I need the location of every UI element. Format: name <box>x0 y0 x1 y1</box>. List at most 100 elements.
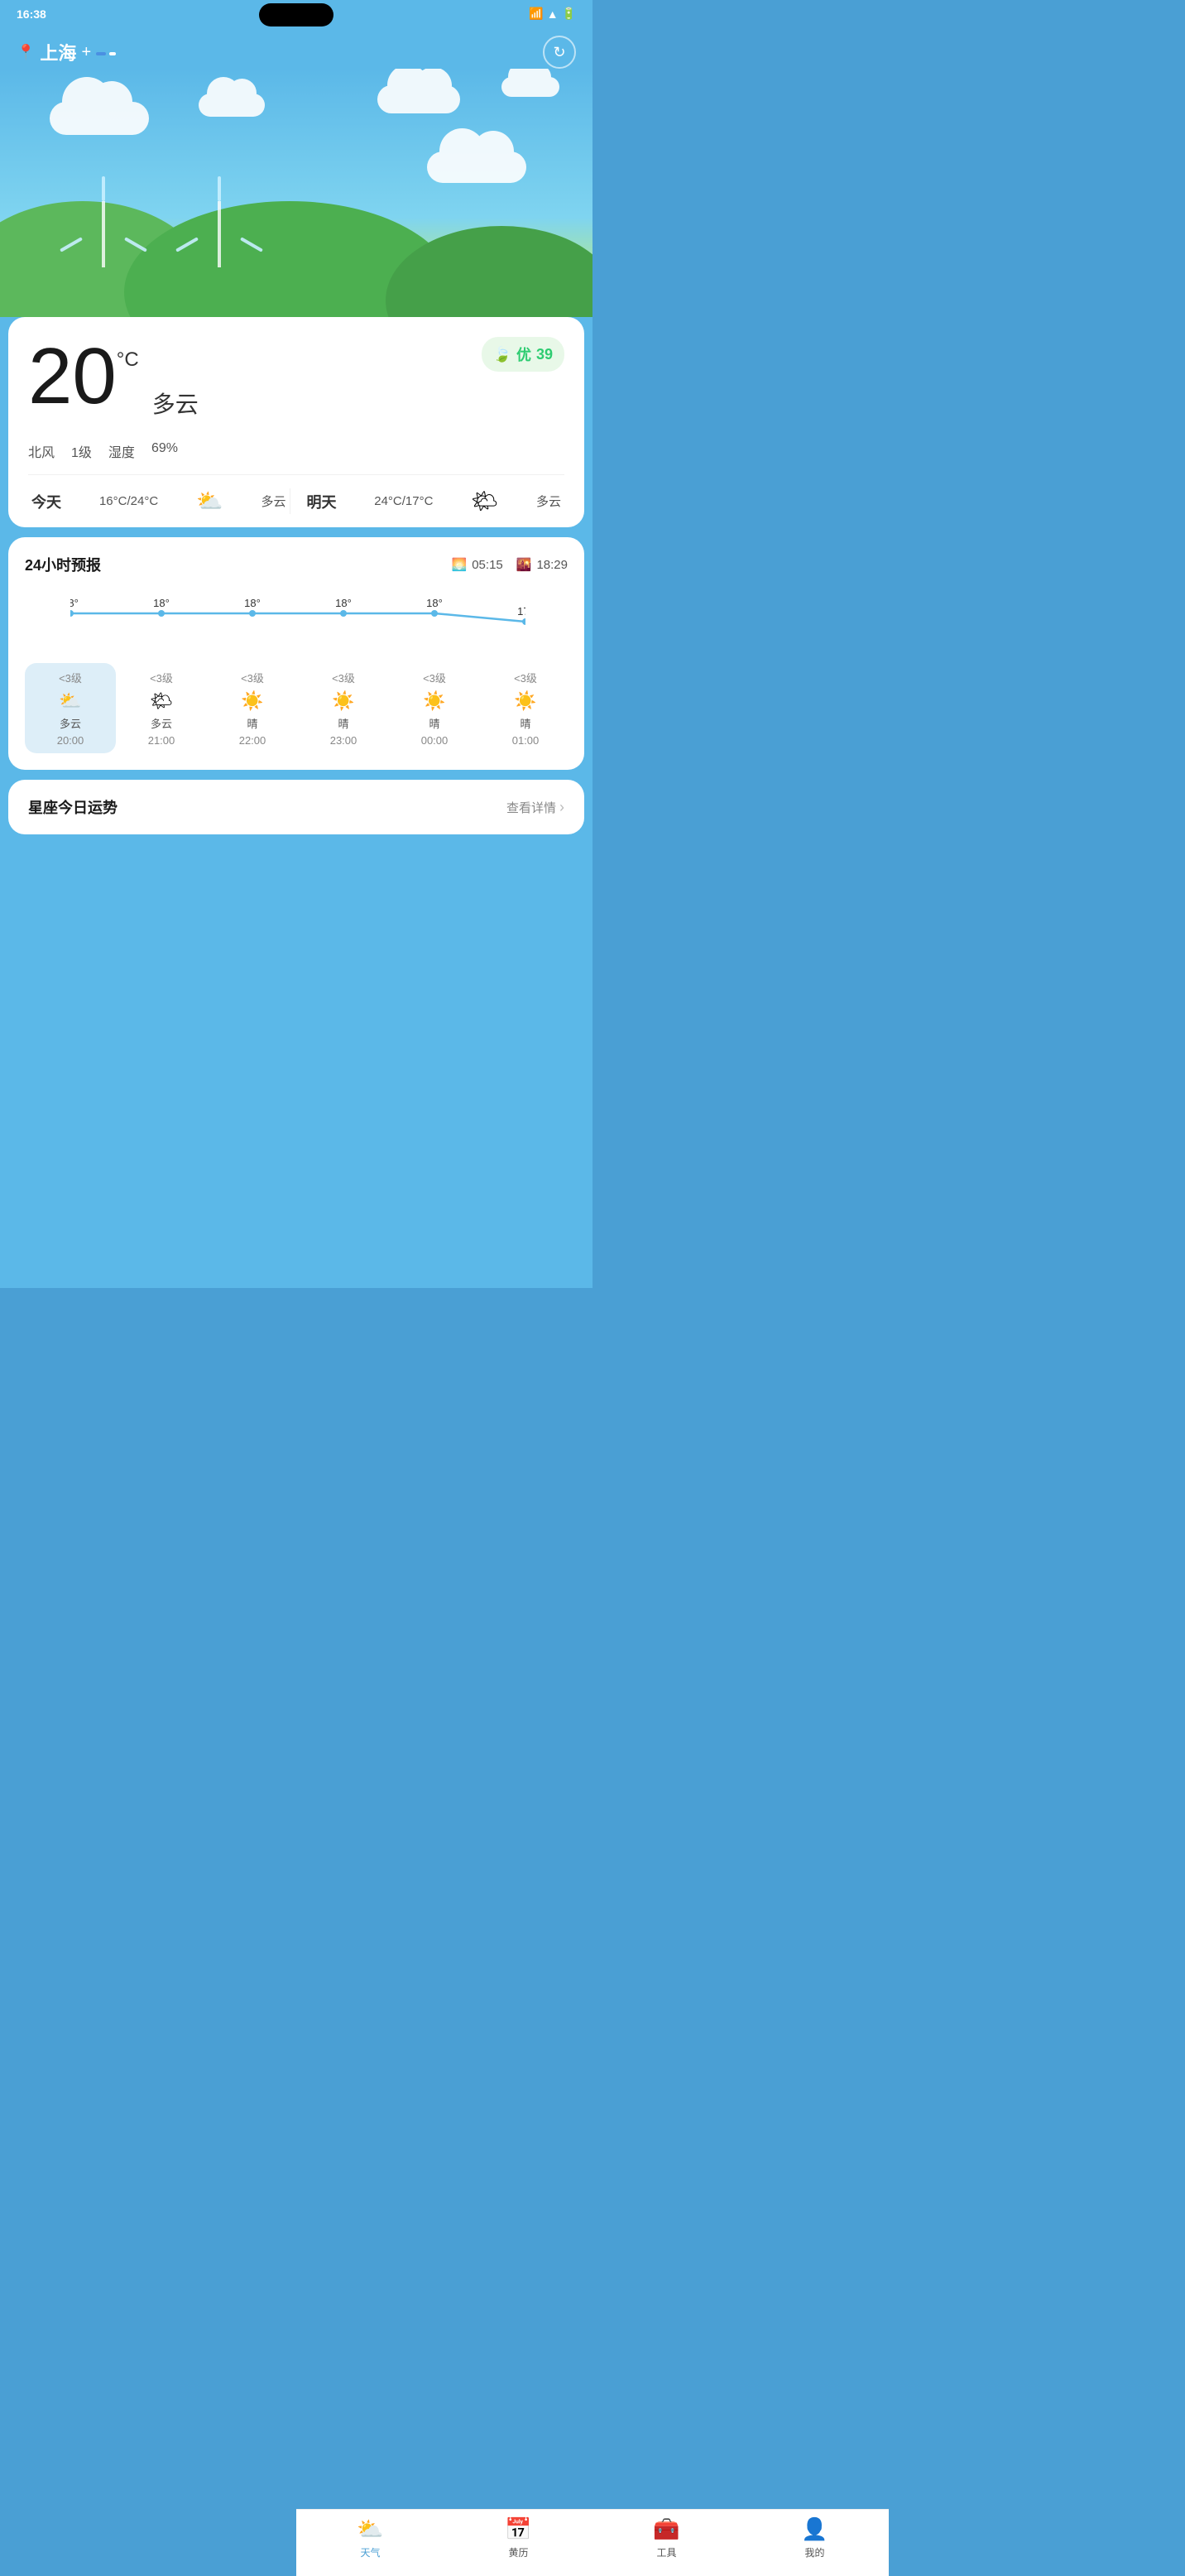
forecast-header: 24小时预报 🌅 05:15 🌇 18:29 <box>8 554 584 589</box>
cloud-1 <box>50 102 149 135</box>
forecast-section: 24小时预报 🌅 05:15 🌇 18:29 <box>8 537 584 770</box>
tomorrow-icon: 🌤 <box>471 488 498 514</box>
constellation-header[interactable]: 星座今日运势 查看详情 › <box>28 796 564 818</box>
wind-5: <3级 <box>514 670 537 685</box>
cond-0: 多云 <box>60 715 81 731</box>
hourly-inner: 18° 18° 18° 18° 18° 17° <3级 ⛅ <box>17 589 579 753</box>
temperature: 20 <box>28 337 117 416</box>
location-name[interactable]: 上海 <box>40 39 76 65</box>
today-forecast[interactable]: 今天 16°C/24°C ⛅ 多云 <box>28 488 290 514</box>
hour-item-0: <3级 ⛅ 多云 20:00 <box>25 663 116 753</box>
wifi-icon: ▲ <box>547 7 559 21</box>
temp-section: 20 °C 多云 <box>28 337 199 420</box>
nav-tools[interactable]: 🧰 工具 <box>592 2516 741 2559</box>
icon-3: ☀️ <box>332 690 354 712</box>
hour-item-4: <3级 ☀️ 晴 00:00 <box>389 663 480 753</box>
location-dots <box>96 52 116 55</box>
wind-0: <3级 <box>59 670 82 685</box>
today-label: 今天 <box>31 491 61 512</box>
cond-2: 晴 <box>247 715 257 731</box>
location-area[interactable]: 📍 上海 + <box>17 39 116 65</box>
weather-card: 20 °C 多云 🍃 优 39 北风 1级 湿度 69% 今天 16°C/24°… <box>8 317 584 527</box>
wind-direction: 北风 <box>28 441 55 461</box>
signal-icon: 📶 <box>529 7 543 21</box>
nav-profile-label: 我的 <box>804 2545 824 2559</box>
nav-calendar[interactable]: 📅 黄历 <box>444 2516 592 2559</box>
wind-1: <3级 <box>150 670 173 685</box>
cloud-3 <box>377 85 460 113</box>
current-weather: 20 °C 多云 🍃 优 39 <box>28 337 564 433</box>
aqi-leaf-icon: 🍃 <box>493 346 511 363</box>
aqi-value: 39 <box>536 346 553 363</box>
time-4: 00:00 <box>421 734 449 747</box>
notch <box>259 3 333 26</box>
wind-3: <3级 <box>332 670 355 685</box>
nav-profile-icon: 👤 <box>801 2516 828 2542</box>
wind-4: <3级 <box>423 670 446 685</box>
sunrise-info: 🌅 05:15 🌇 18:29 <box>452 557 568 572</box>
nav-calendar-label: 黄历 <box>508 2545 528 2559</box>
cond-4: 晴 <box>429 715 439 731</box>
temp-label-5: 17° <box>517 605 525 618</box>
cond-3: 晴 <box>338 715 348 731</box>
today-icon: ⛅ <box>196 488 223 514</box>
wind-level: 1级 <box>71 441 92 461</box>
sunrise-item: 🌅 05:15 <box>452 557 503 572</box>
turbine-1 <box>83 180 124 267</box>
refresh-button[interactable]: ↻ <box>543 36 576 69</box>
today-temp: 16°C/24°C <box>99 494 158 508</box>
icon-0: ⛅ <box>59 690 81 712</box>
view-detail-label: 查看详情 <box>506 799 556 816</box>
temp-label-4: 18° <box>426 597 443 609</box>
temp-label-1: 18° <box>153 597 170 609</box>
humidity-value: 69% <box>151 441 178 461</box>
status-bar: 16:38 📶 ▲ 🔋 <box>0 0 592 27</box>
nav-weather[interactable]: ⛅ 天气 <box>296 2516 444 2559</box>
turbine-2 <box>199 180 240 267</box>
temp-unit: °C <box>117 348 139 372</box>
cond-1: 多云 <box>151 715 172 731</box>
time-0: 20:00 <box>57 734 84 747</box>
add-location-button[interactable]: + <box>81 43 91 62</box>
sunset-item: 🌇 18:29 <box>516 557 568 572</box>
cloud-2 <box>199 94 265 117</box>
sunrise-icon: 🌅 <box>452 557 468 572</box>
temp-chart: 18° 18° 18° 18° 18° 17° <box>70 597 525 655</box>
battery-icon: 🔋 <box>562 7 576 21</box>
hourly-scroll[interactable]: 18° 18° 18° 18° 18° 17° <3级 ⛅ <box>8 589 584 753</box>
hour-item-1: <3级 🌤 多云 21:00 <box>116 663 207 753</box>
today-condition: 多云 <box>261 493 285 510</box>
tomorrow-forecast[interactable]: 明天 24°C/17°C 🌤 多云 <box>290 488 565 514</box>
view-detail-button[interactable]: 查看详情 › <box>506 799 564 816</box>
chart-point-1 <box>158 610 165 617</box>
dot-1 <box>96 52 106 55</box>
bottom-nav: ⛅ 天气 📅 黄历 🧰 工具 👤 我的 <box>296 2509 889 2576</box>
scenic-area <box>0 69 592 317</box>
turbine-blades-1 <box>83 180 124 222</box>
forecast-title: 24小时预报 <box>25 554 101 575</box>
icon-1: 🌤 <box>150 690 173 712</box>
time-3: 23:00 <box>330 734 357 747</box>
weather-condition: 多云 <box>152 387 199 420</box>
constellation-section: 星座今日运势 查看详情 › <box>8 780 584 834</box>
nav-weather-icon: ⛅ <box>357 2516 383 2542</box>
temp-label-0: 18° <box>70 597 79 609</box>
chart-point-0 <box>70 610 74 617</box>
refresh-icon: ↻ <box>553 44 565 61</box>
time-5: 01:00 <box>512 734 540 747</box>
tomorrow-temp: 24°C/17°C <box>374 494 433 508</box>
time-1: 21:00 <box>148 734 175 747</box>
wind-humidity: 北风 1级 湿度 69% <box>28 433 564 475</box>
tomorrow-condition: 多云 <box>536 493 561 510</box>
nav-profile[interactable]: 👤 我的 <box>741 2516 889 2559</box>
status-time: 16:38 <box>17 7 46 21</box>
icon-4: ☀️ <box>423 690 445 712</box>
wind-2: <3级 <box>241 670 264 685</box>
icon-2: ☀️ <box>241 690 263 712</box>
temp-label-2: 18° <box>244 597 261 609</box>
nav-calendar-icon: 📅 <box>505 2516 531 2542</box>
aqi-badge[interactable]: 🍃 优 39 <box>482 337 564 372</box>
tomorrow-label: 明天 <box>307 491 337 512</box>
turbine-blades-2 <box>199 180 240 222</box>
chart-point-4 <box>431 610 438 617</box>
